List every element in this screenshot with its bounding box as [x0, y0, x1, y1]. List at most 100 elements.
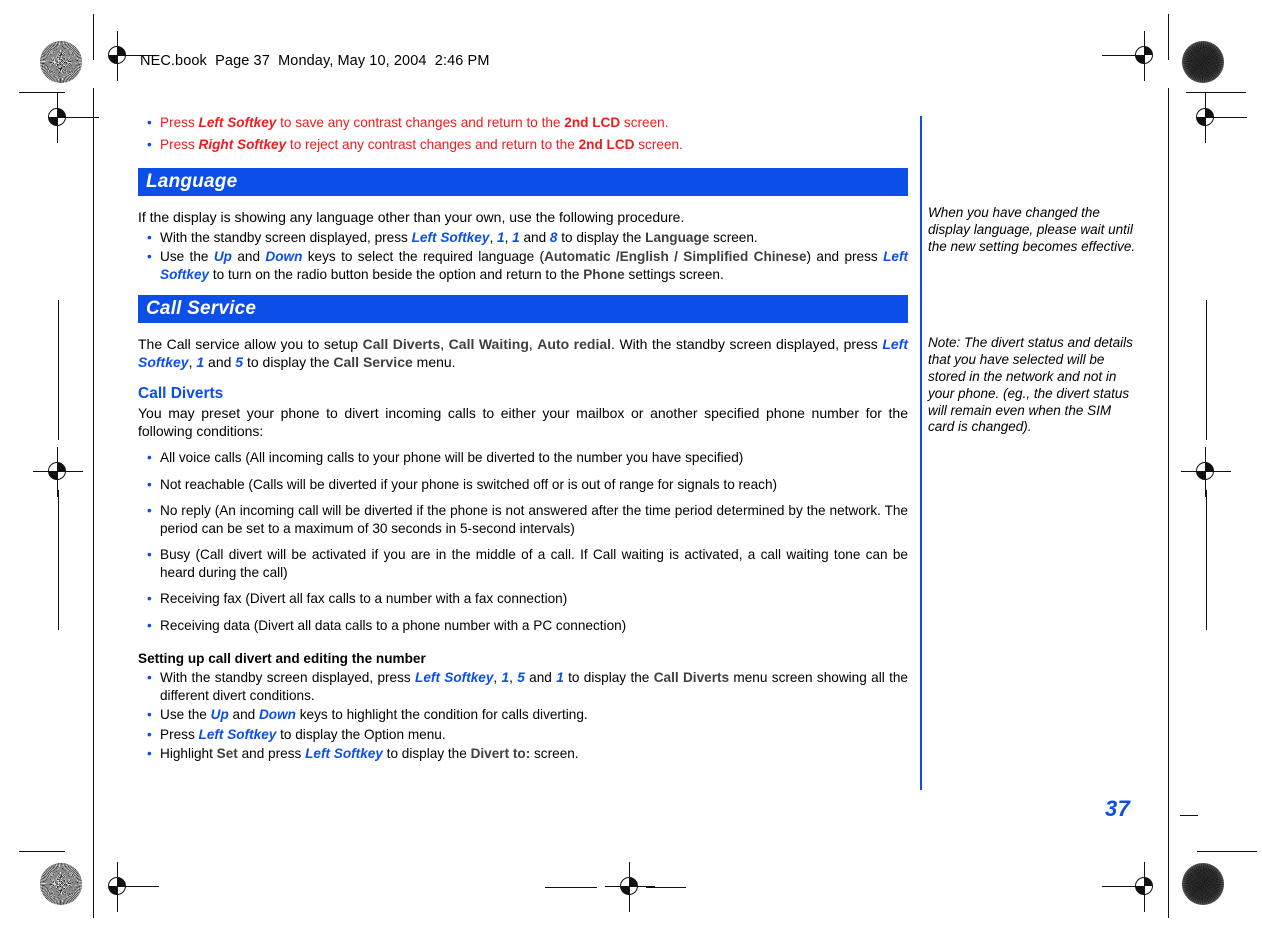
main-column: • Press Left Softkey to save any contrast…: [138, 112, 908, 763]
key-name: Down: [258, 707, 296, 722]
body-text: to display the: [557, 229, 646, 245]
body-text: Busy (Call divert will be activated if y…: [160, 547, 908, 580]
key-name: Up: [210, 707, 229, 722]
key-name: Left Softkey: [198, 726, 277, 742]
bullet-icon: •: [147, 707, 152, 722]
file-info-header: NEC.book Page 37 Monday, May 10, 2004 2:…: [140, 53, 490, 69]
key-name: 1: [512, 229, 520, 245]
screen-name: Call Diverts: [653, 670, 730, 685]
subheading-call-diverts: Call Diverts: [138, 385, 224, 402]
list-item: • Receiving fax (Divert all fax calls to …: [138, 590, 908, 608]
bullet-icon: •: [147, 670, 152, 685]
body-text: keys to select the required language (: [302, 249, 545, 264]
list-item-text: Busy (Call divert will be activated if y…: [160, 547, 908, 580]
list-item-text: Highlight Set and press Left Softkey to …: [160, 746, 579, 761]
body-text: menu.: [412, 353, 456, 370]
body-text: ,: [440, 336, 449, 352]
key-name: Left Softkey: [415, 670, 494, 685]
list-item: • Use the Up and Down keys to select the …: [138, 248, 908, 283]
list-item: • Busy (Call divert will be activated if …: [138, 546, 908, 581]
list-item-text: Press Left Softkey to display the Option…: [160, 727, 446, 742]
sidebar-notes-column: When you have changed the display langua…: [928, 205, 1136, 436]
key-name: Right Softkey: [198, 137, 287, 152]
bullet-icon: •: [147, 617, 152, 633]
body-text: Use the: [160, 249, 214, 264]
key-name: Up: [213, 249, 232, 264]
language-intro-paragraph: If the display is showing any language o…: [138, 209, 685, 225]
body-text: to display the: [382, 746, 471, 761]
bullet-icon: •: [147, 746, 152, 761]
red-note-item: • Press Right Softkey to reject any contr…: [138, 134, 908, 156]
call-diverts-conditions-list: • All voice calls (All incoming calls to …: [138, 449, 908, 634]
key-name: 5: [517, 670, 525, 685]
list-item-text: All voice calls (All incoming calls to y…: [160, 450, 743, 465]
bullet-icon: •: [147, 249, 152, 264]
key-name: Left Softkey: [305, 746, 383, 761]
body-text: screen.: [530, 746, 579, 761]
body-text: Press: [160, 726, 199, 742]
screen-name: Automatic /English / Simplified Chinese: [544, 249, 807, 264]
list-item: • All voice calls (All incoming calls to …: [138, 449, 908, 467]
key-name: 1: [556, 670, 564, 685]
key-name: Down: [265, 249, 303, 264]
key-name: Left Softkey: [411, 229, 490, 245]
body-text: to display the: [243, 353, 334, 370]
bullet-icon: •: [147, 229, 152, 245]
body-text: and: [519, 229, 550, 245]
screen-name: Phone: [583, 266, 625, 282]
screen-name: Divert to:: [470, 746, 531, 761]
setting-up-steps-list: • With the standby screen displayed, pres…: [138, 669, 908, 763]
body-text: ,: [504, 229, 513, 245]
body-text: Receiving data (Divert all data calls to…: [160, 617, 627, 633]
list-item: • Receiving data (Divert all data calls t…: [138, 617, 908, 635]
body-text: ,: [493, 670, 502, 685]
body-text: to display the: [563, 670, 654, 685]
sidebar-note-divert-status: Note: The divert status and details that…: [928, 335, 1133, 435]
key-name: 1: [497, 229, 505, 245]
body-text: and: [204, 353, 236, 370]
bullet-icon: •: [147, 115, 152, 130]
key-name: 1: [196, 353, 205, 370]
screen-name: 2nd LCD: [578, 137, 635, 152]
body-text: to turn on the radio button beside the o…: [209, 266, 584, 282]
body-text: and: [228, 707, 259, 722]
list-item: • Use the Up and Down keys to highlight t…: [138, 706, 908, 724]
key-name: 5: [235, 353, 244, 370]
list-item-text: Receiving fax (Divert all fax calls to a…: [160, 591, 567, 606]
body-text: Receiving fax (Divert all fax calls to a…: [160, 591, 568, 606]
body-text: The Call service allow you to setup: [138, 336, 363, 352]
screen-name: Call Waiting: [448, 336, 529, 352]
bullet-icon: •: [147, 591, 152, 606]
sidebar-note-language: When you have changed the display langua…: [928, 205, 1136, 254]
body-text: keys to highlight the condition for call…: [295, 707, 588, 722]
body-text: ) and press: [806, 249, 884, 264]
body-text: to display the Option menu.: [276, 726, 446, 742]
list-item: • Not reachable (Calls will be diverted i…: [138, 476, 908, 494]
body-text: With the standby screen displayed, press: [160, 670, 416, 685]
list-item-text: With the standby screen displayed, press…: [160, 670, 908, 703]
list-item: • With the standby screen displayed, pres…: [138, 229, 908, 247]
page-number: 37: [1105, 796, 1131, 821]
screen-name: Language: [645, 229, 710, 245]
body-text: and press: [237, 746, 306, 761]
bullet-icon: •: [147, 547, 152, 562]
body-text: and: [524, 670, 557, 685]
screen-name: Call Service: [333, 353, 413, 370]
key-name: Left Softkey: [198, 115, 277, 130]
section-heading-call-service: Call Service: [138, 295, 908, 323]
call-service-intro-paragraph: The Call service allow you to setup Call…: [138, 336, 908, 371]
body-text: screen.: [709, 229, 758, 245]
sidebar-divider-line: [920, 116, 922, 790]
list-item: • No reply (An incoming call will be dive…: [138, 502, 908, 537]
bullet-icon: •: [147, 503, 152, 518]
list-item-text: No reply (An incoming call will be diver…: [160, 503, 908, 536]
bullet-icon: •: [147, 726, 152, 742]
body-text: settings screen.: [624, 266, 724, 282]
language-steps-list: • With the standby screen displayed, pres…: [138, 229, 908, 284]
body-text: and: [231, 249, 266, 264]
body-text: Use the: [160, 707, 211, 722]
list-item: • Press Left Softkey to display the Optio…: [138, 726, 908, 744]
list-item: • With the standby screen displayed, pres…: [138, 669, 908, 704]
bullet-icon: •: [147, 476, 152, 492]
body-text: ,: [489, 229, 497, 245]
